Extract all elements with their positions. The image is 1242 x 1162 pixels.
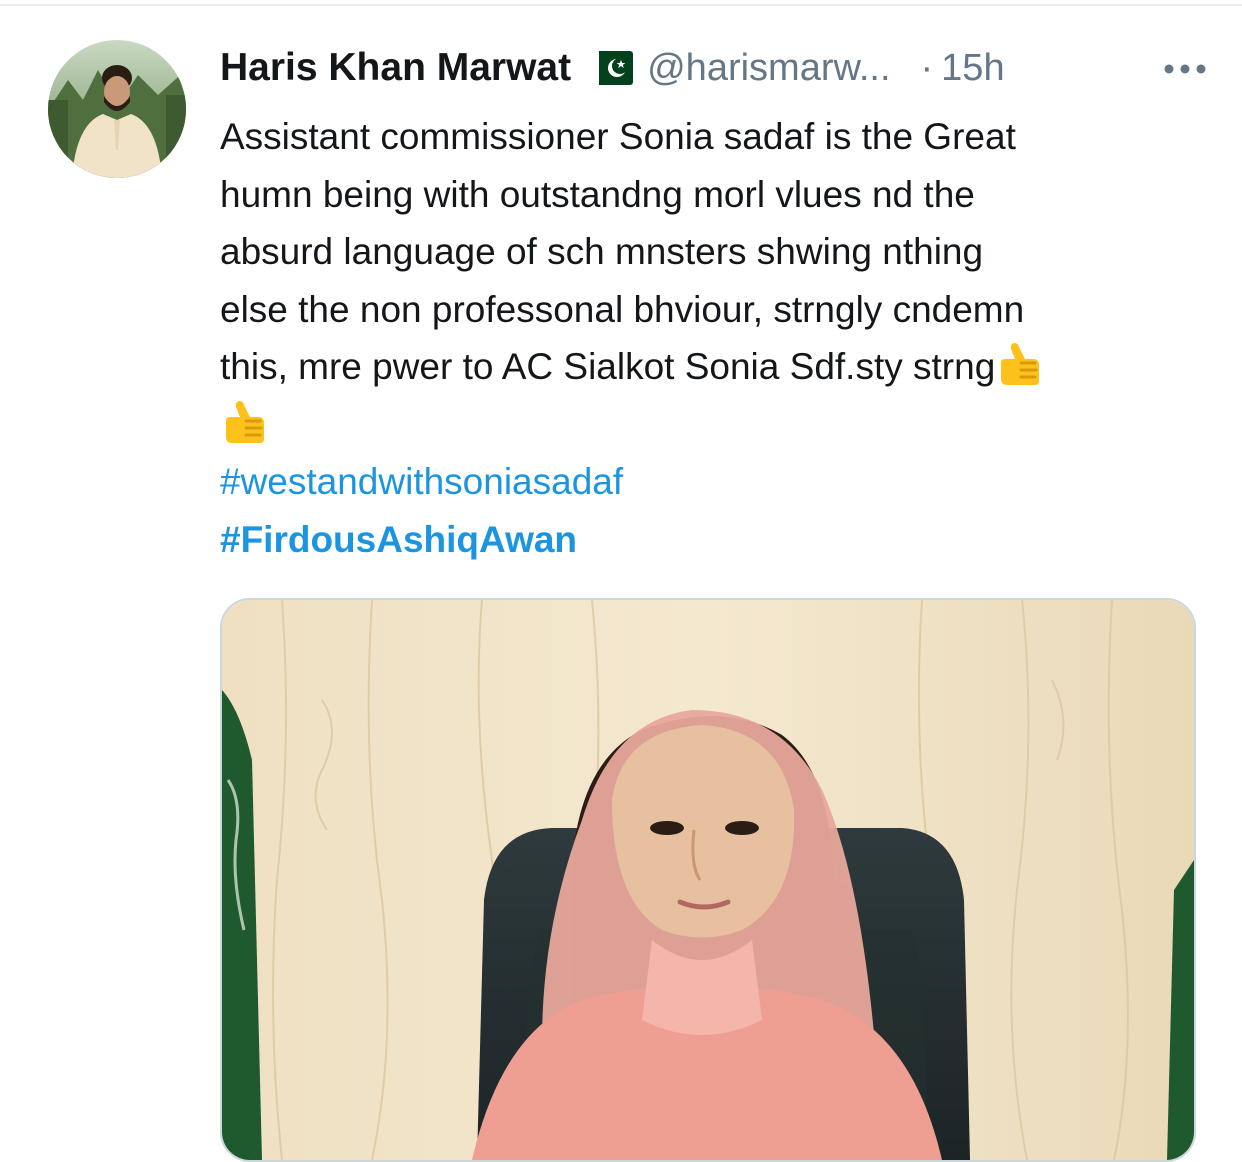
tweet-header: Haris Khan Marwat @harismarw... · 15h — [220, 42, 1210, 94]
more-options-icon[interactable] — [1160, 54, 1210, 84]
tweet-text-line: absurd language of sch mnsters shwing nt… — [220, 231, 984, 272]
tweet-text-line: humn being with outstandng morl vlues nd… — [220, 173, 975, 215]
thumbs-up-icon — [995, 339, 1043, 389]
author-handle[interactable]: @harismarw... — [647, 47, 890, 90]
tweet-text-line: else the non professonal bhviour, strngl… — [220, 288, 1025, 330]
tweet-text-line: this, mre pwer to AC Sialkot Sonia Sdf.s… — [220, 346, 996, 387]
tweet-text-line: Assistant commissioner Sonia sadaf is th… — [220, 116, 1016, 157]
hashtag-link[interactable]: #FirdousAshiqAwan — [220, 511, 1210, 569]
thumbs-up-icon — [220, 397, 268, 447]
author-avatar[interactable] — [48, 40, 186, 178]
pakistan-flag-icon — [587, 51, 634, 85]
tweet-emoji-line — [220, 396, 1210, 454]
tweet[interactable]: Haris Khan Marwat @harismarw... · 15h As… — [0, 0, 1242, 1162]
hashtag-link[interactable]: #westandwithsoniasadaf — [220, 453, 1210, 511]
separator-dot: · — [920, 46, 934, 89]
author-display-name[interactable]: Haris Khan Marwat — [220, 46, 571, 90]
tweet-media-photo[interactable] — [220, 598, 1196, 1162]
tweet-timestamp[interactable]: 15h — [941, 47, 1004, 90]
tweet-text: Assistant commissioner Sonia sadaf is th… — [220, 108, 1210, 568]
tweet-text-line-with-emoji: this, mre pwer to AC Sialkot Sonia Sdf.s… — [220, 338, 1210, 396]
